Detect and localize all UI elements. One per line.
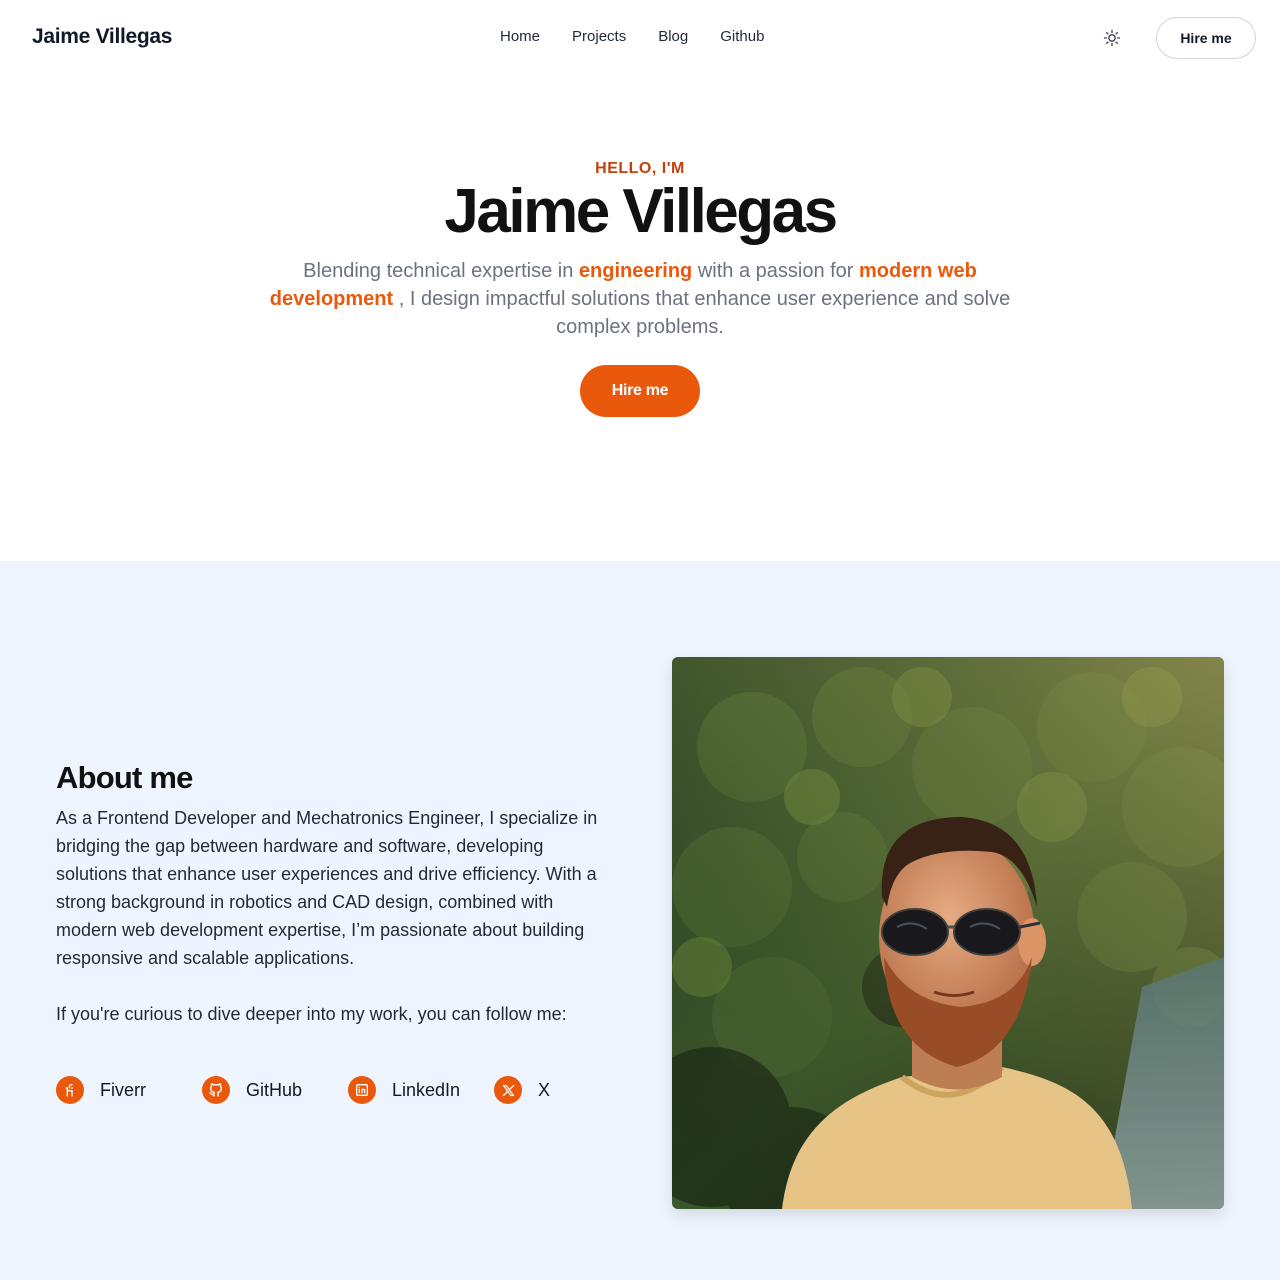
theme-toggle-button[interactable] <box>1098 24 1126 52</box>
social-linkedin[interactable]: LinkedIn <box>348 1076 460 1104</box>
about-section: About me As a Frontend Developer and Mec… <box>0 561 1280 1280</box>
site-header: Jaime Villegas Home Projects Blog Github… <box>0 0 1280 76</box>
main-nav: Home Projects Blog Github <box>500 28 764 45</box>
fiverr-icon <box>56 1076 84 1104</box>
github-icon <box>202 1076 230 1104</box>
desc-text-1: Blending technical expertise in <box>303 260 579 282</box>
social-x[interactable]: X <box>494 1076 550 1104</box>
hero-section: HELLO, I'M Jaime Villegas Blending techn… <box>0 76 1280 561</box>
nav-projects[interactable]: Projects <box>572 28 626 45</box>
social-fiverr-label: Fiverr <box>100 1079 146 1100</box>
social-links: Fiverr GitHub LinkedIn X <box>56 1076 616 1106</box>
linkedin-icon <box>348 1076 376 1104</box>
follow-text: If you're curious to dive deeper into my… <box>56 1004 567 1024</box>
nav-home[interactable]: Home <box>500 28 540 45</box>
desc-highlight-engineering: engineering <box>578 260 693 282</box>
x-icon <box>494 1076 522 1104</box>
social-github[interactable]: GitHub <box>202 1076 302 1104</box>
social-linkedin-label: LinkedIn <box>392 1079 461 1100</box>
header-hire-button[interactable]: Hire me <box>1156 17 1256 59</box>
about-title: About me <box>56 760 193 795</box>
social-x-label: X <box>538 1079 551 1100</box>
social-github-label: GitHub <box>246 1079 303 1100</box>
nav-github[interactable]: Github <box>720 28 764 45</box>
hero-description: Blending technical expertise in engineer… <box>250 257 1030 341</box>
nav-blog[interactable]: Blog <box>658 28 688 45</box>
sun-icon <box>1103 29 1121 47</box>
profile-photo <box>672 657 1224 1209</box>
hero-hire-button[interactable]: Hire me <box>580 365 700 417</box>
about-paragraph: As a Frontend Developer and Mechatronics… <box>56 808 598 968</box>
desc-text-2: with a passion for <box>692 260 860 282</box>
hero-title: Jaime Villegas <box>444 177 838 246</box>
brand-logo[interactable]: Jaime Villegas <box>32 25 172 49</box>
desc-text-3: , I design impactful solutions that enha… <box>393 288 1011 338</box>
social-fiverr[interactable]: Fiverr <box>56 1076 146 1104</box>
